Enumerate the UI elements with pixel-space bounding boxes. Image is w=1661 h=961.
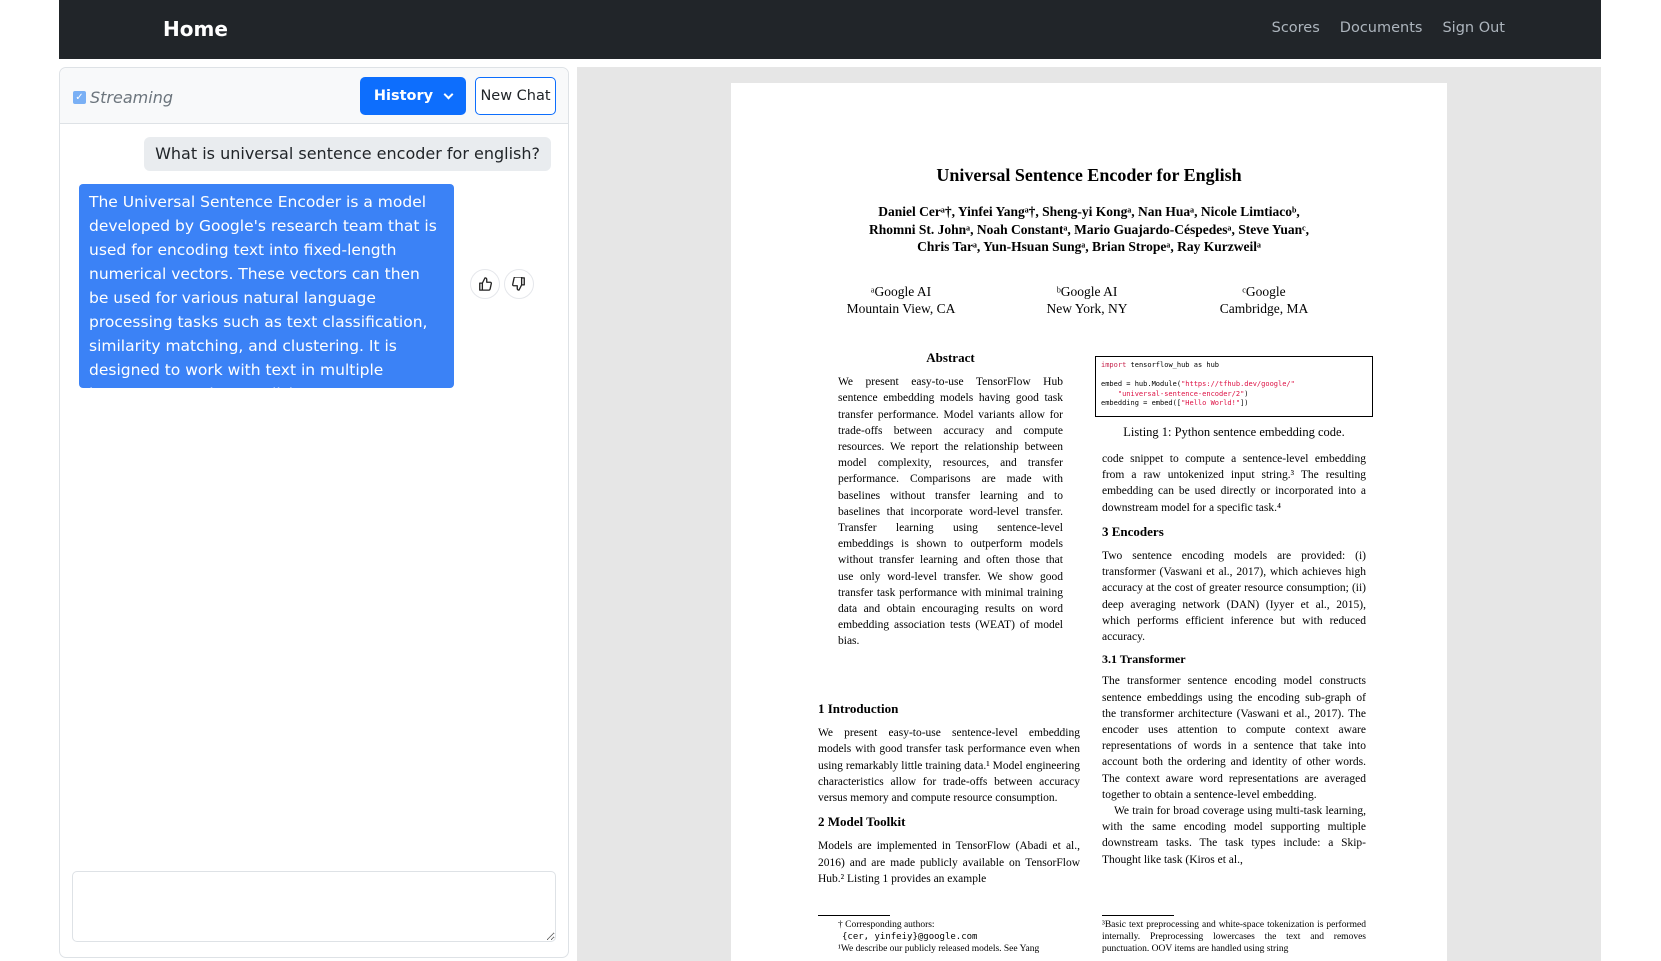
snippet-text: code snippet to compute a sentence-level…	[1102, 453, 1366, 514]
code-string: "Hello World!"	[1181, 399, 1241, 407]
code-listing: import tensorflow_hub as hub embed = hub…	[1095, 356, 1373, 417]
footnote-text: † Corresponding authors:	[838, 920, 935, 930]
nav-link-scores[interactable]: Scores	[1272, 20, 1320, 36]
affiliation-place: New York, NY	[1046, 301, 1128, 316]
chat-header: ✓ Streaming History New Chat	[60, 68, 568, 124]
affiliation-2: ᵇGoogle AI New York, NY	[1007, 283, 1167, 317]
authors-line-1: Daniel Cerᵃ†, Yinfei Yangᵃ†, Sheng-yi Ko…	[878, 204, 1300, 219]
code-text: ])	[1240, 399, 1249, 407]
abstract-heading: Abstract	[926, 350, 975, 365]
thumbs-down-button[interactable]	[504, 269, 534, 299]
footnote-text: ¹We describe our publicly released model…	[838, 944, 1040, 954]
code-text: embed = hub.Module(	[1101, 380, 1182, 388]
affiliation-name: ᵃGoogle AI	[870, 284, 932, 299]
user-message: What is universal sentence encoder for e…	[144, 137, 551, 171]
streaming-toggle[interactable]: ✓ Streaming	[73, 88, 173, 107]
footnotes-left: † Corresponding authors: {cer, yinfeiy}@…	[838, 919, 1080, 955]
brand-home-link[interactable]: Home	[163, 17, 228, 41]
affiliation-3: ᶜGoogle Cambridge, MA	[1184, 283, 1344, 317]
affiliation-name: ᶜGoogle	[1242, 284, 1286, 299]
chevron-down-icon	[443, 89, 454, 99]
footnote-rule-left	[818, 915, 890, 916]
abstract-section: Abstract We present easy-to-use TensorFl…	[838, 350, 1063, 650]
transformer-heading: 3.1 Transformer	[1102, 652, 1186, 667]
code-text: embedding = embed([	[1101, 399, 1182, 407]
assistant-message: The Universal Sentence Encoder is a mode…	[79, 184, 454, 403]
pdf-page: Universal Sentence Encoder for English D…	[731, 83, 1447, 961]
toolkit-text: Models are implemented in TensorFlow (Ab…	[818, 840, 1080, 885]
intro-heading: 1 Introduction	[818, 701, 899, 716]
top-navbar: Home Scores Documents Sign Out	[59, 0, 1601, 59]
affiliation-name: ᵇGoogle AI	[1056, 284, 1118, 299]
code-text: tensorflow_hub as hub	[1126, 361, 1220, 369]
nav-links: Scores Documents Sign Out	[1272, 20, 1505, 36]
authors-line-2: Rhomni St. Johnᵃ, Noah Constantᵃ, Mario …	[869, 221, 1309, 237]
thumbs-down-icon	[512, 277, 525, 291]
feedback-buttons	[470, 269, 534, 299]
authors-line-3: Chris Tarᵃ, Yun-Hsuan Sungᵃ, Brian Strop…	[917, 239, 1261, 254]
intro-text: We present easy-to-use sentence-level em…	[818, 727, 1080, 805]
right-column-body: code snippet to compute a sentence-level…	[1102, 451, 1366, 868]
paper-title: Universal Sentence Encoder for English	[936, 165, 1242, 185]
footnotes-right: ³Basic text preprocessing and white-spac…	[1102, 920, 1366, 954]
transformer-text-2: We train for broad coverage using multi-…	[1102, 805, 1366, 866]
code-keyword: import	[1101, 361, 1127, 369]
transformer-text: The transformer sentence encoding model …	[1102, 675, 1366, 801]
code-text: )	[1244, 389, 1249, 398]
streaming-checkbox[interactable]: ✓	[73, 91, 86, 104]
thumbs-up-button[interactable]	[470, 269, 500, 299]
new-chat-button[interactable]: New Chat	[475, 77, 556, 115]
abstract-text: We present easy-to-use TensorFlow Hub se…	[838, 376, 1063, 648]
paper-authors: Daniel Cerᵃ†, Yinfei Yangᵃ†, Sheng-yi Ko…	[731, 203, 1447, 256]
history-dropdown-button[interactable]: History	[360, 77, 466, 115]
code-string: "https://tfhub.dev/google/"	[1181, 380, 1295, 388]
nav-link-sign-out[interactable]: Sign Out	[1442, 20, 1505, 36]
affiliation-place: Mountain View, CA	[846, 301, 956, 316]
code-string: "universal-sentence-encoder/2"	[1101, 389, 1245, 398]
thumbs-up-icon	[479, 277, 492, 291]
encoders-heading: 3 Encoders	[1102, 523, 1164, 539]
streaming-label: Streaming	[90, 88, 173, 107]
affiliation-1: ᵃGoogle AI Mountain View, CA	[821, 283, 981, 317]
listing-caption: Listing 1: Python sentence embedding cod…	[1123, 425, 1345, 439]
document-viewer[interactable]: Universal Sentence Encoder for English D…	[577, 67, 1601, 961]
history-label: History	[373, 88, 434, 104]
footnote-email: {cer, yinfeiy}@google.com	[842, 932, 978, 942]
chat-message-input[interactable]	[72, 871, 556, 942]
toolkit-heading: 2 Model Toolkit	[818, 814, 906, 830]
encoders-text: Two sentence encoding models are provide…	[1102, 550, 1366, 644]
footnote-rule-right	[1102, 915, 1174, 916]
affiliation-place: Cambridge, MA	[1219, 301, 1309, 316]
nav-link-documents[interactable]: Documents	[1340, 20, 1423, 36]
chat-panel: ✓ Streaming History New Chat What is uni…	[59, 67, 569, 958]
left-column-body: 1 Introduction We present easy-to-use se…	[818, 693, 1080, 887]
